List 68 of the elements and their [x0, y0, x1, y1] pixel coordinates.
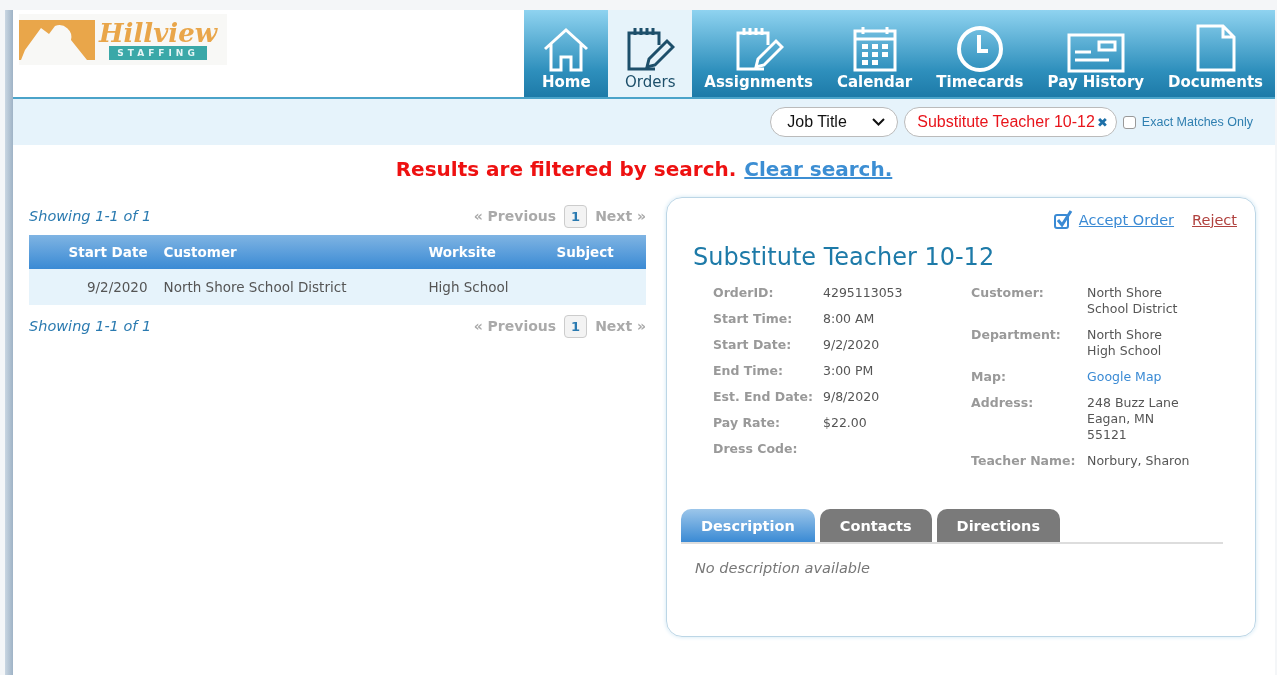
- field-label: Customer:: [971, 285, 1045, 302]
- page-number[interactable]: 1: [564, 204, 588, 228]
- nav-tab[interactable]: Assignments: [692, 10, 825, 97]
- notepad-pencil-icon: [625, 25, 676, 73]
- field-value: $22.00: [823, 415, 868, 431]
- table-cell: North Shore School District: [155, 269, 421, 305]
- field-label: Department:: [971, 327, 1062, 344]
- checkbox-tick-icon: [1053, 210, 1073, 229]
- results-count: Showing 1-1 of 1: [29, 318, 152, 334]
- nav-tab[interactable]: Documents: [1156, 10, 1275, 97]
- next-link[interactable]: Next »: [595, 318, 646, 334]
- logo-name: Hillview: [99, 19, 218, 46]
- detail-tab[interactable]: Contacts: [819, 509, 932, 542]
- map-link[interactable]: Google Map: [1087, 369, 1162, 384]
- nav-tab[interactable]: Pay History: [1035, 10, 1157, 97]
- clear-button[interactable]: ✖: [1096, 114, 1108, 130]
- field-value: 9/8/2020: [823, 389, 881, 405]
- table-cell: 9/2/2020: [29, 269, 156, 305]
- field-value: Norbury, Sharon: [1087, 453, 1191, 469]
- search-field[interactable]: Substitute Teacher 10-12✖: [904, 107, 1117, 137]
- previous-link[interactable]: « Previous: [473, 208, 557, 224]
- field-value: 3:00 PM: [823, 363, 875, 379]
- clock-icon: [955, 25, 1004, 73]
- previous-link[interactable]: « Previous: [473, 318, 557, 334]
- field-value: North Shore High School: [1087, 327, 1164, 359]
- field-label: End Time:: [713, 363, 785, 379]
- clear-search-link[interactable]: Clear search.: [744, 157, 893, 181]
- document-icon: [1194, 23, 1237, 73]
- filter-notice: Results are filtered by search.: [395, 157, 737, 181]
- column-header[interactable]: Start Date: [29, 235, 156, 269]
- field-value: North Shore School District: [1087, 285, 1179, 317]
- logo-tagline: STAFFING: [109, 45, 207, 60]
- field-label: Teacher Name:: [971, 453, 1077, 469]
- field-label: OrderID:: [713, 285, 775, 301]
- exact-match-checkbox[interactable]: [1122, 115, 1136, 129]
- results-count: Showing 1-1 of 1: [29, 208, 152, 224]
- detail-tab[interactable]: Directions: [936, 509, 1060, 542]
- accept-order-link[interactable]: Accept Order: [1078, 211, 1175, 228]
- column-header[interactable]: Customer: [155, 235, 421, 269]
- order-title: Substitute Teacher 10-12: [693, 243, 996, 271]
- field-value: 9/2/2020: [823, 337, 881, 353]
- exact-match-label: Exact Matches Only: [1141, 115, 1253, 129]
- reject-link[interactable]: Reject: [1192, 211, 1237, 228]
- nav-tab[interactable]: Home: [524, 10, 609, 97]
- description-text: No description available: [695, 560, 871, 576]
- field-label: Pay Rate:: [713, 415, 781, 431]
- column-header[interactable]: Subject: [548, 235, 646, 269]
- field-value: 8:00 AM: [823, 311, 876, 327]
- nav-tab[interactable]: Calendar: [824, 10, 925, 97]
- field-label: Dress Code:: [713, 441, 799, 457]
- table-cell: High School: [420, 269, 549, 305]
- card-icon: [1066, 33, 1125, 73]
- field-value: 4295113053: [823, 285, 904, 301]
- nav-tab[interactable]: Orders: [608, 10, 693, 97]
- field-label: Address:: [971, 395, 1035, 412]
- column-header[interactable]: Worksite: [420, 235, 549, 269]
- nav-tab[interactable]: Timecards: [924, 10, 1036, 97]
- page-number[interactable]: 1: [564, 314, 588, 338]
- field-value: 248 Buzz Lane Eagan, MN 55121: [1087, 395, 1180, 443]
- next-link[interactable]: Next »: [595, 208, 646, 224]
- field-dropdown[interactable]: Job Title: [770, 107, 899, 137]
- mountain-sun-icon: [19, 19, 95, 60]
- chevron-down-icon: [872, 118, 886, 126]
- field-label: Start Time:: [713, 311, 794, 327]
- field-label: Est. End Date:: [713, 389, 815, 405]
- detail-tab[interactable]: Description: [681, 509, 815, 542]
- field-label: Start Date:: [713, 337, 793, 353]
- field-label: Map:: [971, 369, 1007, 385]
